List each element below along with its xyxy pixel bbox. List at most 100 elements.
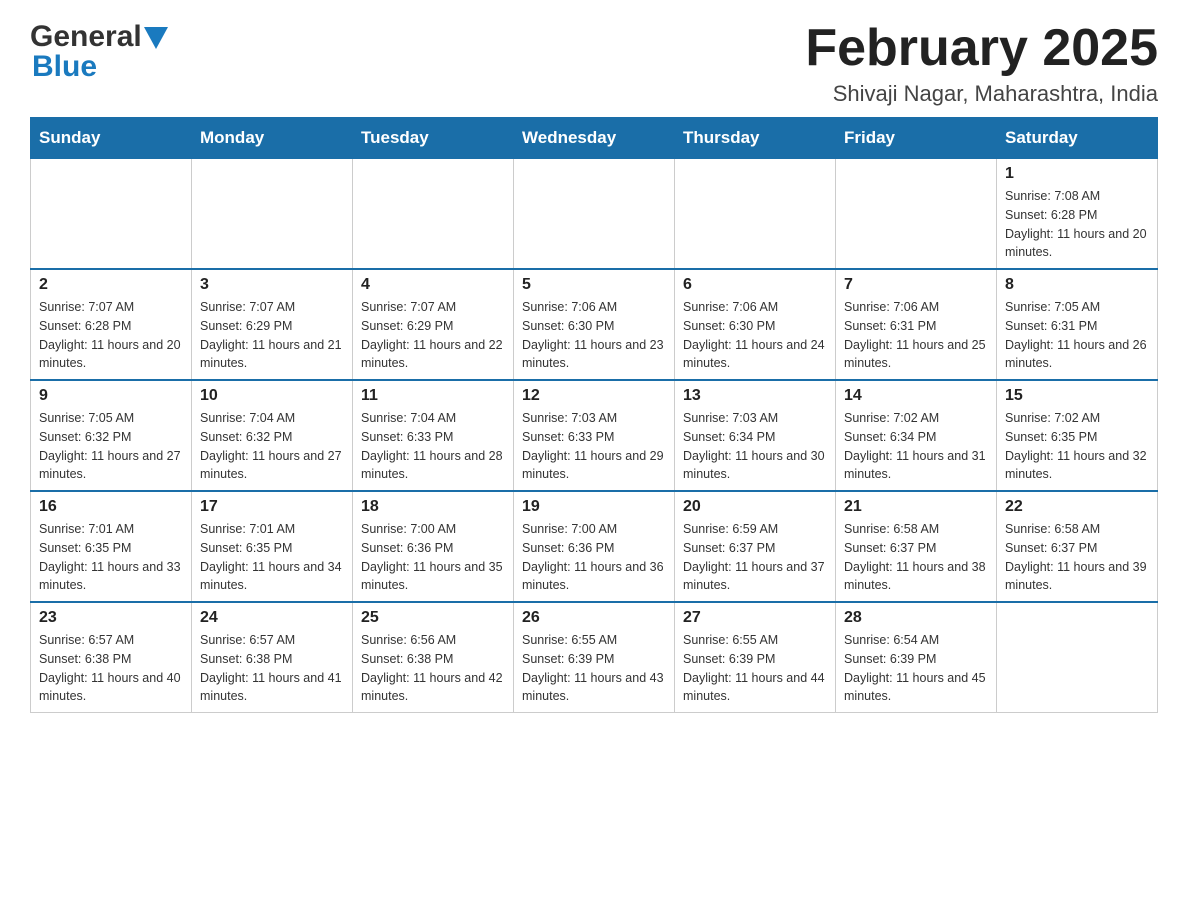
day-number: 26 [522, 609, 666, 627]
table-row: 10Sunrise: 7:04 AMSunset: 6:32 PMDayligh… [192, 380, 353, 491]
table-row [31, 159, 192, 270]
table-row: 28Sunrise: 6:54 AMSunset: 6:39 PMDayligh… [836, 602, 997, 713]
table-row: 20 Sunrise: 6:59 AMSunset: 6:37 PMDayligh… [675, 491, 836, 602]
day-info: Sunrise: 7:06 AMSunset: 6:30 PMDaylight:… [683, 298, 827, 373]
table-row: 21Sunrise: 6:58 AMSunset: 6:37 PMDayligh… [836, 491, 997, 602]
table-row: 1 Sunrise: 7:08 AMSunset: 6:28 PMDaylight… [997, 159, 1158, 270]
calendar-week-row: 16Sunrise: 7:01 AMSunset: 6:35 PMDayligh… [31, 491, 1158, 602]
table-row: 17 Sunrise: 7:01 AMSunset: 6:35 PMDayligh… [192, 491, 353, 602]
table-row [675, 159, 836, 270]
logo-general: General [30, 20, 142, 54]
day-info: Sunrise: 7:07 AMSunset: 6:28 PMDaylight:… [39, 298, 183, 373]
col-saturday: Saturday [997, 118, 1158, 159]
day-info: Sunrise: 7:04 AMSunset: 6:32 PMDaylight:… [200, 409, 344, 484]
table-row: 2 Sunrise: 7:07 AMSunset: 6:28 PMDaylight… [31, 269, 192, 380]
day-info: Sunrise: 7:04 AMSunset: 6:33 PMDaylight:… [361, 409, 505, 484]
table-row [192, 159, 353, 270]
table-row: 25Sunrise: 6:56 AMSunset: 6:38 PMDayligh… [353, 602, 514, 713]
day-number: 6 [683, 276, 827, 294]
day-info: Sunrise: 7:07 AMSunset: 6:29 PMDaylight:… [200, 298, 344, 373]
day-number: 24 [200, 609, 344, 627]
table-row: 27 Sunrise: 6:55 AMSunset: 6:39 PMDayligh… [675, 602, 836, 713]
table-row: 5 Sunrise: 7:06 AMSunset: 6:30 PMDaylight… [514, 269, 675, 380]
table-row: 4 Sunrise: 7:07 AMSunset: 6:29 PMDaylight… [353, 269, 514, 380]
day-info: Sunrise: 6:57 AMSunset: 6:38 PMDaylight:… [39, 631, 183, 706]
day-number: 5 [522, 276, 666, 294]
day-info: Sunrise: 7:05 AMSunset: 6:31 PMDaylight:… [1005, 298, 1149, 373]
day-number: 27 [683, 609, 827, 627]
table-row [997, 602, 1158, 713]
calendar-table: Sunday Monday Tuesday Wednesday Thursday… [30, 117, 1158, 713]
day-number: 21 [844, 498, 988, 516]
table-row [353, 159, 514, 270]
col-sunday: Sunday [31, 118, 192, 159]
table-row: 26 Sunrise: 6:55 AMSunset: 6:39 PMDayligh… [514, 602, 675, 713]
col-tuesday: Tuesday [353, 118, 514, 159]
day-info: Sunrise: 6:59 AMSunset: 6:37 PMDaylight:… [683, 520, 827, 595]
table-row: 8 Sunrise: 7:05 AMSunset: 6:31 PMDaylight… [997, 269, 1158, 380]
table-row: 7Sunrise: 7:06 AMSunset: 6:31 PMDaylight… [836, 269, 997, 380]
day-number: 2 [39, 276, 183, 294]
day-number: 9 [39, 387, 183, 405]
calendar-week-row: 9 Sunrise: 7:05 AMSunset: 6:32 PMDaylight… [31, 380, 1158, 491]
table-row: 13 Sunrise: 7:03 AMSunset: 6:34 PMDayligh… [675, 380, 836, 491]
col-monday: Monday [192, 118, 353, 159]
day-info: Sunrise: 6:55 AMSunset: 6:39 PMDaylight:… [683, 631, 827, 706]
day-number: 1 [1005, 165, 1149, 183]
page-header: General Blue February 2025 Shivaji Nagar… [30, 20, 1158, 107]
day-info: Sunrise: 7:00 AMSunset: 6:36 PMDaylight:… [522, 520, 666, 595]
day-info: Sunrise: 7:00 AMSunset: 6:36 PMDaylight:… [361, 520, 505, 595]
calendar-title: February 2025 [805, 20, 1158, 77]
table-row: 11 Sunrise: 7:04 AMSunset: 6:33 PMDayligh… [353, 380, 514, 491]
day-info: Sunrise: 7:01 AMSunset: 6:35 PMDaylight:… [200, 520, 344, 595]
day-number: 12 [522, 387, 666, 405]
table-row: 19 Sunrise: 7:00 AMSunset: 6:36 PMDayligh… [514, 491, 675, 602]
day-info: Sunrise: 6:57 AMSunset: 6:38 PMDaylight:… [200, 631, 344, 706]
day-number: 3 [200, 276, 344, 294]
table-row [836, 159, 997, 270]
day-info: Sunrise: 7:02 AMSunset: 6:34 PMDaylight:… [844, 409, 988, 484]
day-number: 17 [200, 498, 344, 516]
day-number: 8 [1005, 276, 1149, 294]
day-number: 4 [361, 276, 505, 294]
calendar-week-row: 1 Sunrise: 7:08 AMSunset: 6:28 PMDaylight… [31, 159, 1158, 270]
day-number: 7 [844, 276, 988, 294]
calendar-week-row: 2 Sunrise: 7:07 AMSunset: 6:28 PMDaylight… [31, 269, 1158, 380]
calendar-week-row: 23 Sunrise: 6:57 AMSunset: 6:38 PMDayligh… [31, 602, 1158, 713]
calendar-subtitle: Shivaji Nagar, Maharashtra, India [805, 81, 1158, 107]
col-friday: Friday [836, 118, 997, 159]
day-info: Sunrise: 7:07 AMSunset: 6:29 PMDaylight:… [361, 298, 505, 373]
logo-triangle-icon [144, 27, 168, 49]
day-number: 14 [844, 387, 988, 405]
col-thursday: Thursday [675, 118, 836, 159]
calendar-header-row: Sunday Monday Tuesday Wednesday Thursday… [31, 118, 1158, 159]
table-row: 6 Sunrise: 7:06 AMSunset: 6:30 PMDaylight… [675, 269, 836, 380]
day-number: 19 [522, 498, 666, 516]
day-info: Sunrise: 7:03 AMSunset: 6:33 PMDaylight:… [522, 409, 666, 484]
day-number: 20 [683, 498, 827, 516]
day-number: 18 [361, 498, 505, 516]
day-info: Sunrise: 7:05 AMSunset: 6:32 PMDaylight:… [39, 409, 183, 484]
table-row: 24 Sunrise: 6:57 AMSunset: 6:38 PMDayligh… [192, 602, 353, 713]
col-wednesday: Wednesday [514, 118, 675, 159]
title-area: February 2025 Shivaji Nagar, Maharashtra… [805, 20, 1158, 107]
day-info: Sunrise: 7:06 AMSunset: 6:30 PMDaylight:… [522, 298, 666, 373]
logo: General Blue [30, 20, 168, 84]
table-row: 16Sunrise: 7:01 AMSunset: 6:35 PMDayligh… [31, 491, 192, 602]
table-row [514, 159, 675, 270]
day-info: Sunrise: 6:58 AMSunset: 6:37 PMDaylight:… [1005, 520, 1149, 595]
day-info: Sunrise: 7:02 AMSunset: 6:35 PMDaylight:… [1005, 409, 1149, 484]
table-row: 15Sunrise: 7:02 AMSunset: 6:35 PMDayligh… [997, 380, 1158, 491]
day-info: Sunrise: 6:56 AMSunset: 6:38 PMDaylight:… [361, 631, 505, 706]
table-row: 23 Sunrise: 6:57 AMSunset: 6:38 PMDayligh… [31, 602, 192, 713]
day-info: Sunrise: 7:03 AMSunset: 6:34 PMDaylight:… [683, 409, 827, 484]
day-number: 23 [39, 609, 183, 627]
day-info: Sunrise: 7:08 AMSunset: 6:28 PMDaylight:… [1005, 187, 1149, 262]
day-number: 11 [361, 387, 505, 405]
table-row: 14 Sunrise: 7:02 AMSunset: 6:34 PMDayligh… [836, 380, 997, 491]
day-number: 13 [683, 387, 827, 405]
day-info: Sunrise: 6:55 AMSunset: 6:39 PMDaylight:… [522, 631, 666, 706]
day-number: 28 [844, 609, 988, 627]
day-number: 22 [1005, 498, 1149, 516]
day-info: Sunrise: 7:01 AMSunset: 6:35 PMDaylight:… [39, 520, 183, 595]
